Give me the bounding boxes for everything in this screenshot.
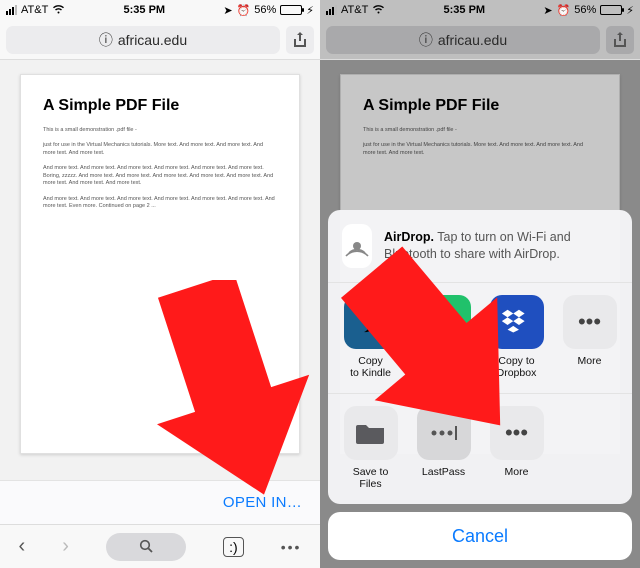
address-bar: ⓘ africau.edu <box>0 20 320 60</box>
tabs-button[interactable]: :) <box>223 537 244 557</box>
pdf-paragraph: just for use in the Virtual Mechanics tu… <box>363 142 597 157</box>
tile-label: Copyto Kindle <box>350 355 391 379</box>
signal-icon <box>6 5 17 15</box>
pdf-title: A Simple PDF File <box>363 97 597 115</box>
app-row: Copyto Kindle Copy toEvernote Copy toDro… <box>328 283 632 394</box>
tile-label: LastPass <box>422 466 465 490</box>
url-text: africau.edu <box>118 32 187 48</box>
carrier-label: AT&T <box>21 4 48 16</box>
alarm-icon: ⏰ <box>557 4 571 17</box>
info-icon: ⓘ <box>99 30 113 50</box>
alarm-icon: ⏰ <box>237 4 251 17</box>
share-sheet: AirDrop. Tap to turn on Wi-Fi and Blueto… <box>328 210 632 560</box>
copy-to-evernote[interactable]: Copy toEvernote <box>407 295 480 379</box>
tile-label: Copy toEvernote <box>422 355 464 379</box>
signal-icon <box>326 5 337 15</box>
more-icon: ••• <box>563 295 617 349</box>
lastpass-action[interactable]: LastPass <box>407 406 480 490</box>
location-arrow-icon: ➤ <box>223 4 232 17</box>
search-button[interactable] <box>106 533 186 561</box>
lastpass-icon <box>417 406 471 460</box>
clock: 5:35 PM <box>124 4 166 16</box>
pdf-page: A Simple PDF File This is a small demons… <box>20 74 300 454</box>
tile-label: Copy toDropbox <box>497 355 537 379</box>
wifi-icon <box>372 4 385 17</box>
status-bar: AT&T 5:35 PM ➤ ⏰ 56% ⚡︎ <box>320 0 640 20</box>
page-viewport[interactable]: A Simple PDF File This is a small demons… <box>0 60 320 524</box>
tile-label: More <box>505 466 529 490</box>
address-bar: ⓘ africau.edu <box>320 20 640 60</box>
url-field: ⓘ africau.edu <box>326 26 600 54</box>
battery-icon <box>600 5 622 15</box>
airdrop-row[interactable]: AirDrop. Tap to turn on Wi-Fi and Blueto… <box>328 210 632 283</box>
back-button[interactable]: ‹ <box>19 535 26 558</box>
info-icon: ⓘ <box>419 30 433 50</box>
charging-bolt-icon: ⚡︎ <box>626 4 634 17</box>
more-actions[interactable]: ••• More <box>480 406 553 490</box>
carrier-label: AT&T <box>341 4 368 16</box>
open-in-bar: OPEN IN… <box>0 480 320 524</box>
more-apps[interactable]: ••• More <box>553 295 626 379</box>
charging-bolt-icon: ⚡︎ <box>306 4 314 17</box>
pdf-paragraph: This is a small demonstration .pdf file … <box>363 127 597 134</box>
share-button[interactable] <box>286 26 314 54</box>
url-field[interactable]: ⓘ africau.edu <box>6 26 280 54</box>
pdf-title: A Simple PDF File <box>43 97 277 115</box>
battery-pct: 56% <box>574 4 596 16</box>
more-icon: ••• <box>490 406 544 460</box>
screenshot-left: AT&T 5:35 PM ➤ ⏰ 56% ⚡︎ ⓘ africau.edu A … <box>0 0 320 568</box>
copy-to-kindle[interactable]: Copyto Kindle <box>334 295 407 379</box>
dropbox-icon <box>490 295 544 349</box>
bottom-toolbar: ‹ › :) ••• <box>0 524 320 568</box>
battery-pct: 56% <box>254 4 276 16</box>
evernote-icon <box>417 295 471 349</box>
save-to-files[interactable]: Save toFiles <box>334 406 407 490</box>
pdf-paragraph: And more text. And more text. And more t… <box>43 165 277 187</box>
pdf-paragraph: And more text. And more text. And more t… <box>43 196 277 211</box>
share-button <box>606 26 634 54</box>
pdf-paragraph: just for use in the Virtual Mechanics tu… <box>43 142 277 157</box>
folder-icon <box>344 406 398 460</box>
cancel-label: Cancel <box>452 526 508 547</box>
empty-tile <box>553 406 626 490</box>
forward-button[interactable]: › <box>62 535 69 558</box>
url-text: africau.edu <box>438 32 507 48</box>
wifi-icon <box>52 4 65 17</box>
tile-label: More <box>578 355 602 379</box>
tile-label: Save toFiles <box>353 466 389 490</box>
status-bar: AT&T 5:35 PM ➤ ⏰ 56% ⚡︎ <box>0 0 320 20</box>
airdrop-icon <box>342 224 372 268</box>
cancel-button[interactable]: Cancel <box>328 512 632 560</box>
pdf-paragraph: This is a small demonstration .pdf file … <box>43 127 277 134</box>
airdrop-text: AirDrop. Tap to turn on Wi-Fi and Blueto… <box>384 229 618 263</box>
screenshot-right: AT&T 5:35 PM ➤ ⏰ 56% ⚡︎ ⓘ africau.edu A … <box>320 0 640 568</box>
open-in-button[interactable]: OPEN IN… <box>223 494 302 511</box>
location-arrow-icon: ➤ <box>543 4 552 17</box>
kindle-icon <box>344 295 398 349</box>
action-row: Save toFiles LastPass ••• More <box>328 394 632 504</box>
more-button[interactable]: ••• <box>281 539 302 555</box>
battery-icon <box>280 5 302 15</box>
clock: 5:35 PM <box>444 4 486 16</box>
copy-to-dropbox[interactable]: Copy toDropbox <box>480 295 553 379</box>
